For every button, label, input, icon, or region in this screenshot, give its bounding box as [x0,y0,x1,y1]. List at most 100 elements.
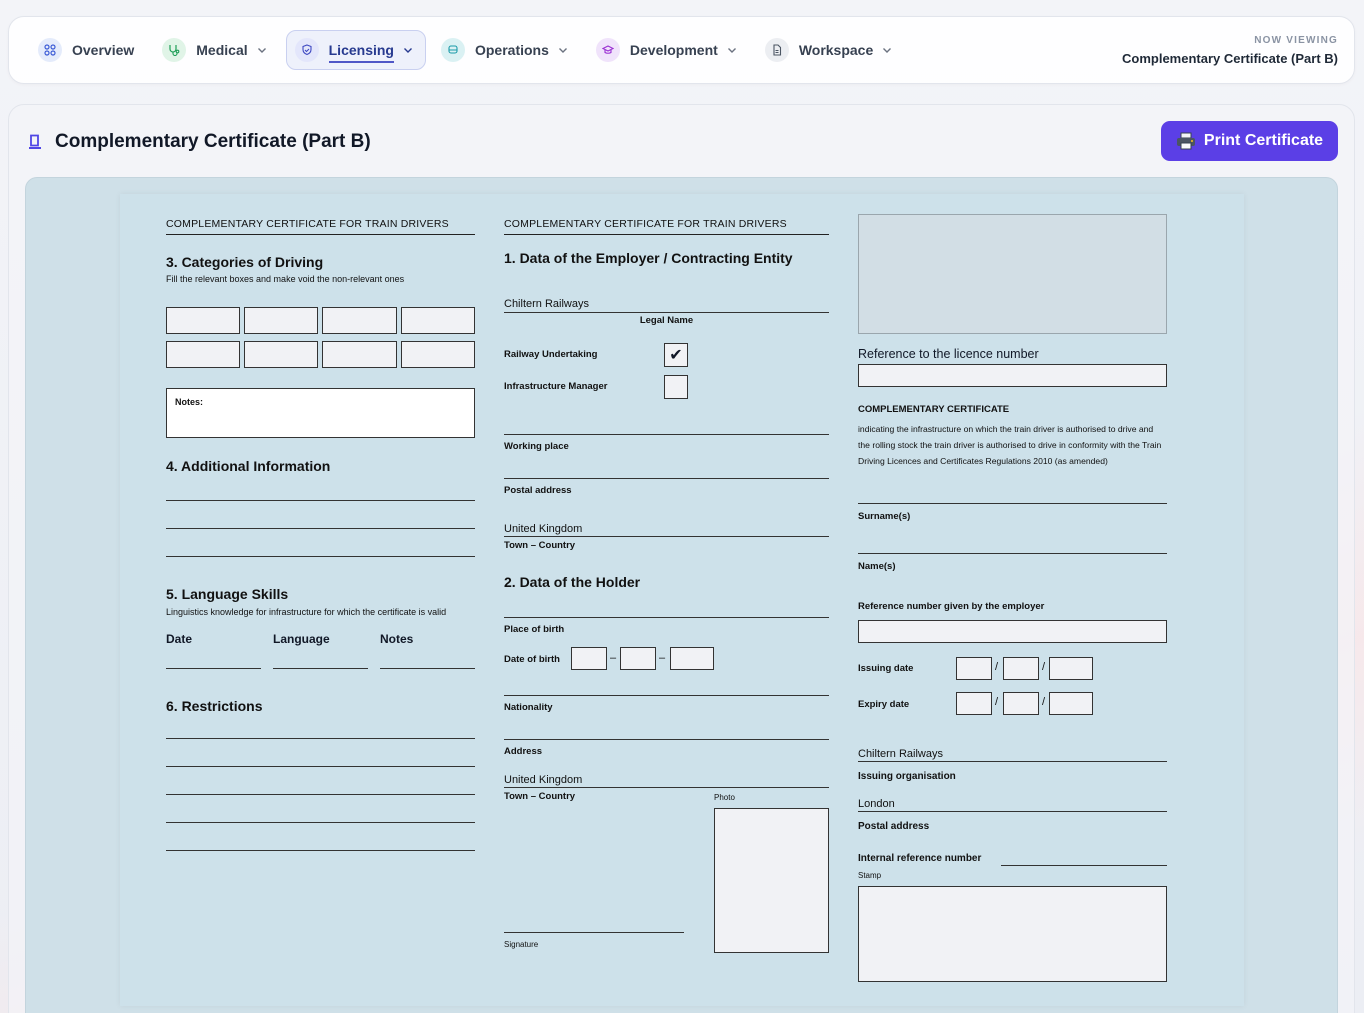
issuing-org-field[interactable]: Chiltern Railways [858,748,1167,762]
working-place-field[interactable] [504,434,829,435]
lang-language-line[interactable] [273,668,368,669]
date-of-birth-label: Date of birth [504,654,560,665]
nav-item-development[interactable]: Development [587,30,750,70]
info-line[interactable] [166,528,475,529]
issuing-year-field[interactable] [1049,657,1093,680]
print-certificate-button[interactable]: Print Certificate [1161,121,1338,161]
employer-name-field[interactable]: Chiltern Railways [504,298,829,313]
railway-undertaking-label: Railway Undertaking [504,349,598,360]
restriction-line[interactable] [166,766,475,767]
category-box[interactable] [322,341,397,368]
page-title: Complementary Certificate (Part B) [55,131,371,152]
town-country-label: Town – Country [504,540,576,551]
employer-country-field[interactable]: United Kingdom [504,523,829,537]
place-of-birth-label: Place of birth [504,624,565,635]
category-box[interactable] [401,307,475,334]
issuing-date-label: Issuing date [858,663,914,674]
internal-ref-field[interactable] [1001,865,1167,866]
date-separator: / [1042,661,1046,673]
nav-item-overview[interactable]: Overview [29,30,147,70]
nav-label: Operations [474,42,549,58]
internal-ref-label: Internal reference number [858,853,982,864]
chevron-down-icon [257,45,267,55]
now-viewing-value: Complementary Certificate (Part B) [1122,50,1338,66]
left-header: COMPLEMENTARY CERTIFICATE FOR TRAIN DRIV… [166,218,475,235]
category-box[interactable] [244,341,318,368]
restriction-line[interactable] [166,850,475,851]
place-of-birth-field[interactable] [504,617,829,618]
section-6-title: 6. Restrictions [166,698,263,714]
railway-undertaking-checkbox[interactable]: ✔ [664,343,688,367]
infrastructure-manager-label: Infrastructure Manager [504,381,608,392]
infrastructure-manager-checkbox[interactable] [664,375,688,399]
graduation-cap-icon [595,38,620,62]
stamp-label: Stamp [858,871,882,880]
signature-line[interactable] [504,932,684,933]
lang-col-date: Date [166,632,193,646]
section-5-title: 5. Language Skills [166,586,289,602]
cc-title: COMPLEMENTARY CERTIFICATE [858,404,1010,415]
restriction-line[interactable] [166,822,475,823]
licence-ref-field[interactable] [858,364,1167,387]
holder-town-country-label: Town – Country [504,791,576,802]
names-label: Name(s) [858,561,896,572]
nav-item-medical[interactable]: Medical [153,30,279,70]
employer-ref-field[interactable] [858,620,1167,643]
nationality-label: Nationality [504,702,553,713]
lang-date-line[interactable] [166,668,261,669]
dob-day-field[interactable] [571,647,607,670]
chevron-down-icon [882,45,892,55]
nav-item-licensing[interactable]: Licensing [285,30,426,70]
top-nav: Overview Medical Licensing Operations De… [8,16,1355,84]
photo-box[interactable] [714,808,829,953]
info-line[interactable] [166,500,475,501]
stamp-box[interactable] [858,886,1167,982]
nationality-field[interactable] [504,695,829,696]
nav-item-workspace[interactable]: Workspace [756,30,905,70]
photo-label: Photo [714,793,735,802]
dob-month-field[interactable] [620,647,656,670]
info-line[interactable] [166,556,475,557]
category-box[interactable] [401,341,475,368]
holder-country-field[interactable]: United Kingdom [504,774,829,788]
names-field[interactable] [858,553,1167,554]
expiry-year-field[interactable] [1049,692,1093,715]
lang-col-language: Language [273,632,330,646]
legal-name-label: Legal Name [639,315,694,326]
postal-address-label: Postal address [504,485,572,496]
notes-label: Notes: [175,397,204,407]
lang-notes-line[interactable] [380,668,475,669]
category-box[interactable] [322,307,397,334]
issuing-day-field[interactable] [956,657,992,680]
working-place-label: Working place [504,441,569,452]
restriction-line[interactable] [166,738,475,739]
category-box[interactable] [244,307,318,334]
postal-address-field[interactable] [504,478,829,479]
notes-box[interactable]: Notes: [166,388,475,438]
restriction-line[interactable] [166,794,475,795]
expiry-day-field[interactable] [956,692,992,715]
document-icon [764,38,789,62]
address-field[interactable] [504,739,829,740]
category-box[interactable] [166,341,240,368]
main-panel: Complementary Certificate (Part B) Print… [8,104,1355,1013]
badge-icon [29,134,41,149]
employer-ref-label: Reference number given by the employer [858,601,1045,612]
section-5-subtitle: Linguistics knowledge for infrastructure… [166,607,447,617]
section-4-title: 4. Additional Information [166,458,331,474]
nav-label: Overview [72,42,135,58]
expiry-month-field[interactable] [1003,692,1039,715]
logo-placeholder [858,214,1167,334]
nav-label: Licensing [328,37,394,63]
issuing-postal-field[interactable]: London [858,798,1167,812]
stethoscope-icon [162,38,187,62]
section-1-title: 1. Data of the Employer / Contracting En… [504,250,793,266]
dob-year-field[interactable] [670,647,714,670]
nav-label: Development [629,42,718,58]
printer-icon [1176,132,1195,150]
category-box[interactable] [166,307,240,334]
date-separator: / [1042,696,1046,708]
issuing-month-field[interactable] [1003,657,1039,680]
nav-item-operations[interactable]: Operations [432,30,581,70]
surname-field[interactable] [858,503,1167,504]
